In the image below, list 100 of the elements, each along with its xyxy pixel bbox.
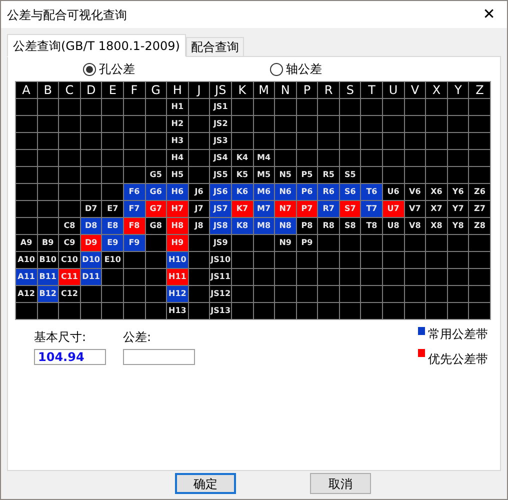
- grid-cell[interactable]: R7: [318, 201, 339, 217]
- grid-cell[interactable]: Y6: [448, 184, 468, 200]
- grid-cell[interactable]: E10: [102, 252, 123, 268]
- grid-cell[interactable]: X6: [426, 184, 447, 200]
- grid-cell[interactable]: C9: [59, 235, 80, 251]
- grid-cell[interactable]: X8: [426, 218, 447, 234]
- grid-cell[interactable]: E9: [102, 235, 123, 251]
- grid-cell[interactable]: JS7: [210, 201, 231, 217]
- grid-cell[interactable]: A12: [16, 286, 37, 302]
- grid-cell[interactable]: A11: [16, 269, 37, 285]
- grid-cell[interactable]: D11: [80, 269, 102, 285]
- grid-cell[interactable]: T8: [361, 218, 382, 234]
- grid-cell[interactable]: J6: [188, 184, 210, 200]
- grid-cell[interactable]: Y8: [448, 218, 468, 234]
- grid-cell[interactable]: S6: [340, 184, 360, 200]
- grid-cell[interactable]: JS11: [210, 269, 231, 285]
- grid-cell[interactable]: H12: [167, 286, 188, 302]
- grid-cell[interactable]: C12: [59, 286, 80, 302]
- grid-cell[interactable]: G5: [146, 167, 166, 183]
- grid-cell[interactable]: J7: [188, 201, 210, 217]
- grid-cell[interactable]: V7: [404, 201, 426, 217]
- grid-cell[interactable]: D8: [80, 218, 102, 234]
- grid-cell[interactable]: JS13: [210, 303, 231, 319]
- input-field[interactable]: 104.94: [34, 349, 106, 365]
- grid-cell[interactable]: S5: [340, 167, 360, 183]
- grid-cell[interactable]: Y7: [448, 201, 468, 217]
- grid-cell[interactable]: JS9: [210, 235, 231, 251]
- grid-cell[interactable]: JS4: [210, 150, 231, 166]
- grid-cell[interactable]: V8: [404, 218, 426, 234]
- grid-cell[interactable]: N8: [275, 218, 296, 234]
- grid-cell[interactable]: D10: [80, 252, 102, 268]
- grid-cell[interactable]: T6: [361, 184, 382, 200]
- grid-cell[interactable]: U8: [383, 218, 404, 234]
- grid-cell[interactable]: M8: [254, 218, 274, 234]
- grid-cell[interactable]: R6: [318, 184, 339, 200]
- grid-cell[interactable]: P6: [296, 184, 318, 200]
- grid-cell[interactable]: B11: [38, 269, 58, 285]
- grid-cell[interactable]: T7: [361, 201, 382, 217]
- input-field[interactable]: [123, 349, 195, 365]
- grid-cell[interactable]: H13: [167, 303, 188, 319]
- grid-cell[interactable]: B9: [38, 235, 58, 251]
- grid-cell[interactable]: JS8: [210, 218, 231, 234]
- grid-cell[interactable]: K5: [232, 167, 252, 183]
- grid-cell[interactable]: F7: [124, 201, 145, 217]
- grid-cell[interactable]: JS2: [210, 116, 231, 132]
- grid-cell[interactable]: R8: [318, 218, 339, 234]
- grid-cell[interactable]: P8: [296, 218, 318, 234]
- grid-cell[interactable]: H5: [167, 167, 188, 183]
- grid-cell[interactable]: Z6: [469, 184, 490, 200]
- grid-cell[interactable]: H10: [167, 252, 188, 268]
- grid-cell[interactable]: K8: [232, 218, 252, 234]
- grid-cell[interactable]: E8: [102, 218, 123, 234]
- dialog-button[interactable]: 取消: [310, 473, 371, 494]
- close-button[interactable]: ✕: [477, 2, 501, 26]
- grid-cell[interactable]: M4: [254, 150, 274, 166]
- grid-cell[interactable]: K4: [232, 150, 252, 166]
- grid-cell[interactable]: Z7: [469, 201, 490, 217]
- grid-cell[interactable]: G8: [146, 218, 166, 234]
- grid-cell[interactable]: P9: [296, 235, 318, 251]
- grid-cell[interactable]: H6: [167, 184, 188, 200]
- grid-cell[interactable]: M6: [254, 184, 274, 200]
- grid-cell[interactable]: N6: [275, 184, 296, 200]
- grid-cell[interactable]: P5: [296, 167, 318, 183]
- radio-button[interactable]: 轴公差: [270, 60, 322, 78]
- grid-cell[interactable]: J8: [188, 218, 210, 234]
- grid-cell[interactable]: G6: [146, 184, 166, 200]
- grid-cell[interactable]: H3: [167, 133, 188, 149]
- grid-cell[interactable]: V6: [404, 184, 426, 200]
- grid-cell[interactable]: M7: [254, 201, 274, 217]
- grid-cell[interactable]: S8: [340, 218, 360, 234]
- tab[interactable]: 配合查询: [186, 37, 244, 56]
- tab[interactable]: 公差查询(GB/T 1800.1-2009): [7, 34, 186, 57]
- grid-cell[interactable]: C8: [59, 218, 80, 234]
- grid-cell[interactable]: C10: [59, 252, 80, 268]
- radio-button[interactable]: 孔公差: [83, 60, 135, 78]
- grid-cell[interactable]: A10: [16, 252, 37, 268]
- grid-cell[interactable]: D7: [80, 201, 102, 217]
- grid-cell[interactable]: JS3: [210, 133, 231, 149]
- grid-cell[interactable]: B12: [38, 286, 58, 302]
- grid-cell[interactable]: JS1: [210, 99, 231, 115]
- grid-cell[interactable]: R5: [318, 167, 339, 183]
- grid-cell[interactable]: JS10: [210, 252, 231, 268]
- grid-cell[interactable]: JS5: [210, 167, 231, 183]
- grid-cell[interactable]: JS12: [210, 286, 231, 302]
- grid-cell[interactable]: M5: [254, 167, 274, 183]
- grid-cell[interactable]: F9: [124, 235, 145, 251]
- grid-cell[interactable]: A9: [16, 235, 37, 251]
- dialog-button[interactable]: 确定: [175, 473, 236, 494]
- grid-cell[interactable]: N5: [275, 167, 296, 183]
- grid-cell[interactable]: H4: [167, 150, 188, 166]
- grid-cell[interactable]: Z8: [469, 218, 490, 234]
- grid-cell[interactable]: B10: [38, 252, 58, 268]
- grid-cell[interactable]: K6: [232, 184, 252, 200]
- grid-cell[interactable]: X7: [426, 201, 447, 217]
- grid-cell[interactable]: U6: [383, 184, 404, 200]
- grid-cell[interactable]: F6: [124, 184, 145, 200]
- grid-cell[interactable]: N9: [275, 235, 296, 251]
- grid-cell[interactable]: JS6: [210, 184, 231, 200]
- grid-cell[interactable]: H1: [167, 99, 188, 115]
- grid-cell[interactable]: E7: [102, 201, 123, 217]
